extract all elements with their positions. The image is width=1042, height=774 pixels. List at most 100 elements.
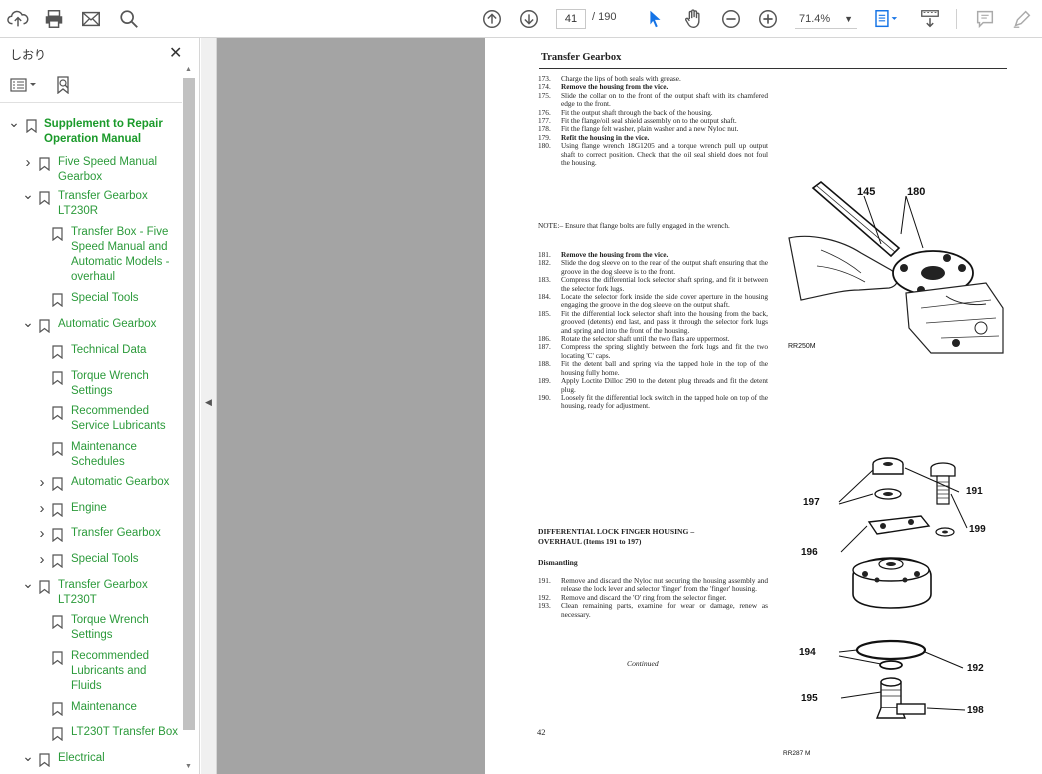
bookmark-icon <box>52 477 63 491</box>
bookmark-label-line: Speed Manual and <box>71 241 168 253</box>
note-body: NOTE:– Ensure that flange bolts are full… <box>538 221 730 230</box>
bookmark-label-line: LT230T Transfer Box <box>71 726 178 738</box>
step-number: 175. <box>538 90 551 100</box>
bookmark-icon <box>52 615 63 629</box>
chevron-right-icon[interactable]: › <box>36 526 48 541</box>
bookmark-label-line: Gearbox <box>58 171 103 183</box>
bookmark-label-line: Schedules <box>71 456 125 468</box>
bookmark-icon <box>52 293 63 307</box>
bookmark-icon <box>52 442 63 456</box>
bookmark-label: Torque Wrench Settings <box>71 369 149 399</box>
collapse-arrow-icon[interactable]: ◀ <box>205 397 212 408</box>
bookmark-label-line: Fluids <box>71 680 102 692</box>
step-text: Remove and discard the Nyloc nut securin… <box>561 576 768 594</box>
hand-tool-icon[interactable] <box>681 7 705 31</box>
bookmark-label-line: Automatic Models - <box>71 256 170 268</box>
chevron-right-icon[interactable]: › <box>36 552 48 567</box>
search-icon[interactable] <box>117 7 141 31</box>
scroll-down-arrow-icon[interactable]: ▼ <box>185 763 192 770</box>
bookmark-label: Electrical <box>58 751 105 766</box>
panel-collapse-handle[interactable]: ◀ <box>201 38 217 774</box>
bookmark-search-icon <box>57 76 69 94</box>
chevron-down-icon[interactable]: ⌄ <box>22 315 34 331</box>
panel-divider <box>0 102 182 103</box>
bookmark-label-line: Engine <box>71 502 107 514</box>
step-item: 190. Loosely fit the differential lock sw… <box>538 392 768 411</box>
previous-page-icon[interactable] <box>480 7 504 31</box>
print-icon[interactable] <box>42 7 66 31</box>
bookmark-label-line: Recommended <box>71 650 149 662</box>
step-item: 188. Fit the detent ball and spring via t… <box>538 360 768 377</box>
options-menu-button[interactable] <box>10 74 38 96</box>
steps-list-b: 181. Remove the housing from the vice. 182… <box>538 250 768 411</box>
chevron-down-icon[interactable]: ⌄ <box>22 749 34 765</box>
scrollbar-thumb[interactable] <box>183 78 195 730</box>
header-rule <box>539 68 1007 69</box>
scroll-mode-icon[interactable] <box>918 7 942 31</box>
bookmark-label-line: LT230R <box>58 205 99 217</box>
steps-list-c: 191. Remove and discard the Nyloc nut sec… <box>538 576 768 619</box>
chevron-down-icon[interactable]: ⌄ <box>22 576 34 592</box>
figure-label-199: 199 <box>969 524 986 535</box>
select-cursor-icon[interactable] <box>643 7 667 31</box>
comment-icon[interactable] <box>973 7 997 31</box>
figure-label-198: 198 <box>967 705 984 716</box>
bookmark-label: Torque Wrench Settings <box>71 613 149 643</box>
bookmark-label-line: Five Speed Manual <box>58 156 158 168</box>
step-number: 182. <box>538 258 551 268</box>
next-page-icon[interactable] <box>517 7 541 31</box>
bookmark-label: Five Speed Manual Gearbox <box>58 155 157 185</box>
bookmark-icon <box>39 580 50 594</box>
zoom-out-icon[interactable] <box>719 7 743 31</box>
bookmark-label: Special Tools <box>71 291 139 306</box>
step-item: 187. Compress the spring slightly between… <box>538 343 768 360</box>
bookmark-icon <box>52 371 63 385</box>
bookmark-label-line: Recommended <box>71 405 149 417</box>
bookmark-label-line: Automatic Gearbox <box>58 318 157 330</box>
zoom-in-icon[interactable] <box>756 7 780 31</box>
bookmark-label-line: overhaul <box>71 271 116 283</box>
email-icon[interactable] <box>79 7 103 31</box>
chevron-down-icon[interactable]: ⌄ <box>8 115 20 131</box>
panel-title: しおり <box>10 48 47 62</box>
step-text: Loosely fit the differential lock switch… <box>561 392 768 411</box>
chevron-right-icon[interactable]: › <box>22 155 34 170</box>
step-number: 189. <box>538 376 551 386</box>
figure-label-194: 194 <box>799 647 816 658</box>
panel-tools <box>0 70 200 100</box>
bookmarks-scrollbar[interactable]: ▲ ▼ <box>182 38 196 774</box>
bookmark-icon <box>52 727 63 741</box>
bookmark-icon <box>39 753 50 767</box>
bookmark-search-button[interactable] <box>55 74 73 96</box>
cloud-upload-icon[interactable] <box>6 7 30 31</box>
chevron-right-icon[interactable]: › <box>36 501 48 516</box>
bookmark-label-line: Transfer Box - Five <box>71 226 169 238</box>
bookmark-label-line: Transfer Gearbox <box>58 579 148 591</box>
step-item: 175. Slide the collar on to the front of … <box>538 90 768 109</box>
chevron-down-icon[interactable]: ⌄ <box>22 187 34 203</box>
zoom-select[interactable]: 71.4% ▼ <box>795 9 857 29</box>
fit-page-icon[interactable] <box>872 7 902 31</box>
bookmark-label: Automatic Gearbox <box>71 475 169 490</box>
step-item: 193. Clean remaining parts, examine for w… <box>538 602 768 619</box>
pdf-page: Transfer Gearbox 173. Charge the lips of … <box>485 38 1042 774</box>
scroll-up-arrow-icon[interactable]: ▲ <box>185 66 192 73</box>
bookmark-icon <box>52 702 63 716</box>
step-item: 182. Slide the dog sleeve on to the rear … <box>538 259 768 276</box>
bookmark-label: LT230T Transfer Box <box>71 725 178 740</box>
bookmark-icon <box>26 119 37 133</box>
page-number-input[interactable]: 41 <box>556 9 586 29</box>
bookmark-label: Recommended Lubricants and Fluids <box>71 649 149 694</box>
bookmark-label: Maintenance <box>71 700 137 715</box>
step-number: 193. <box>538 601 551 611</box>
bookmark-icon <box>52 528 63 542</box>
pen-icon[interactable] <box>1010 7 1034 31</box>
list-options-icon <box>10 78 36 92</box>
close-panel-button[interactable]: ✕ <box>169 43 182 63</box>
bookmark-label-line: Automatic Gearbox <box>71 476 170 488</box>
step-text: Compress the spring slightly between the… <box>561 342 768 360</box>
step-text: Fit the differential lock selector shaft… <box>561 308 768 335</box>
step-number: 191. <box>538 576 551 585</box>
chevron-right-icon[interactable]: › <box>36 475 48 490</box>
page-header: Transfer Gearbox <box>541 52 622 63</box>
